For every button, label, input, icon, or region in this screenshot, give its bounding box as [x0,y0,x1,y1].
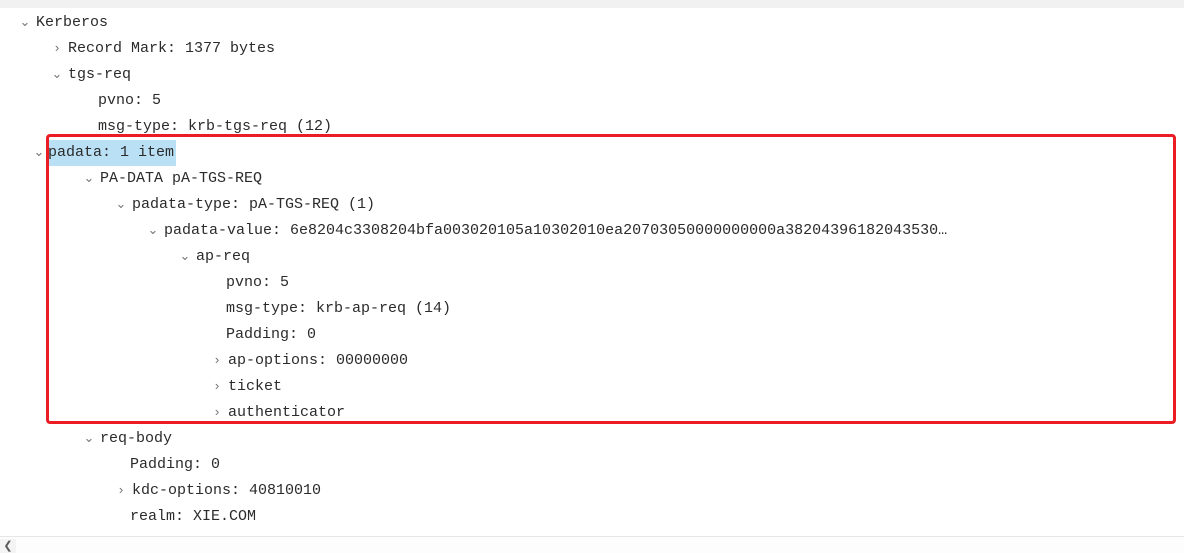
chevron-down-icon[interactable]: ⌄ [18,10,32,36]
tree-row-realm[interactable]: realm: XIE.COM [18,504,1168,530]
tree-label: Padding: 0 [130,456,220,473]
tree-label: Kerberos [36,14,108,31]
tree-row-record-mark[interactable]: ›Record Mark: 1377 bytes [18,36,1168,62]
tree-row-ap-msg-type[interactable]: msg-type: krb-ap-req (14) [18,296,1168,322]
tree-label: padata: 1 item [48,144,174,161]
tree-row-pa-data[interactable]: ⌄PA-DATA pA-TGS-REQ [18,166,1168,192]
tree-label: req-body [100,430,172,447]
tree-label: ap-req [196,248,250,265]
tree-row-ap-options[interactable]: ›ap-options: 00000000 [18,348,1168,374]
tree-row-msg-type[interactable]: msg-type: krb-tgs-req (12) [18,114,1168,140]
chevron-down-icon[interactable]: ⌄ [114,192,128,218]
tree-row-pvno[interactable]: pvno: 5 [18,88,1168,114]
chevron-down-icon[interactable]: ⌄ [178,244,192,270]
tree-row-rb-padding[interactable]: Padding: 0 [18,452,1168,478]
tree-row-kdc-options[interactable]: ›kdc-options: 40810010 [18,478,1168,504]
tree-row-padata-type[interactable]: ⌄padata-type: pA-TGS-REQ (1) [18,192,1168,218]
chevron-down-icon[interactable]: ⌄ [32,140,46,166]
tree-label: ap-options: 00000000 [228,352,408,369]
tree-label: msg-type: krb-tgs-req (12) [98,118,332,135]
tree-label: pvno: 5 [98,92,161,109]
tree-label: padata-type: pA-TGS-REQ (1) [132,196,375,213]
horizontal-scrollbar[interactable]: ❮ [0,536,1184,553]
tree-label: realm: XIE.COM [130,508,256,525]
chevron-right-icon[interactable]: › [210,374,224,400]
scroll-left-icon[interactable]: ❮ [0,539,16,553]
tree-row-ap-req[interactable]: ⌄ap-req [18,244,1168,270]
chevron-down-icon[interactable]: ⌄ [146,218,160,244]
tree-label: Padding: 0 [226,326,316,343]
tree-label: pvno: 5 [226,274,289,291]
tree-label: tgs-req [68,66,131,83]
protocol-tree[interactable]: ⌄Kerberos ›Record Mark: 1377 bytes ⌄tgs-… [18,10,1168,553]
tree-label: msg-type: krb-ap-req (14) [226,300,451,317]
tree-label: padata-value: 6e8204c3308204bfa003020105… [164,222,947,239]
chevron-down-icon[interactable]: ⌄ [82,166,96,192]
chevron-right-icon[interactable]: › [50,36,64,62]
tree-label: ticket [228,378,282,395]
chevron-right-icon[interactable]: › [210,400,224,426]
tree-label: Record Mark: 1377 bytes [68,40,275,57]
tree-row-kerberos[interactable]: ⌄Kerberos [18,10,1168,36]
tree-row-tgs-req[interactable]: ⌄tgs-req [18,62,1168,88]
tree-row-req-body[interactable]: ⌄req-body [18,426,1168,452]
tree-row-ap-pvno[interactable]: pvno: 5 [18,270,1168,296]
tree-label: PA-DATA pA-TGS-REQ [100,170,262,187]
tree-row-padata-value[interactable]: ⌄padata-value: 6e8204c3308204bfa00302010… [18,218,1168,244]
tree-row-ticket[interactable]: ›ticket [18,374,1168,400]
chevron-right-icon[interactable]: › [114,478,128,504]
tree-label: authenticator [228,404,345,421]
header-band [0,0,1184,8]
chevron-down-icon[interactable]: ⌄ [82,426,96,452]
tree-row-authenticator[interactable]: ›authenticator [18,400,1168,426]
tree-row-ap-padding[interactable]: Padding: 0 [18,322,1168,348]
chevron-right-icon[interactable]: › [210,348,224,374]
tree-row-padata[interactable]: ⌄padata: 1 item [18,140,1168,166]
chevron-down-icon[interactable]: ⌄ [50,62,64,88]
tree-label: kdc-options: 40810010 [132,482,321,499]
